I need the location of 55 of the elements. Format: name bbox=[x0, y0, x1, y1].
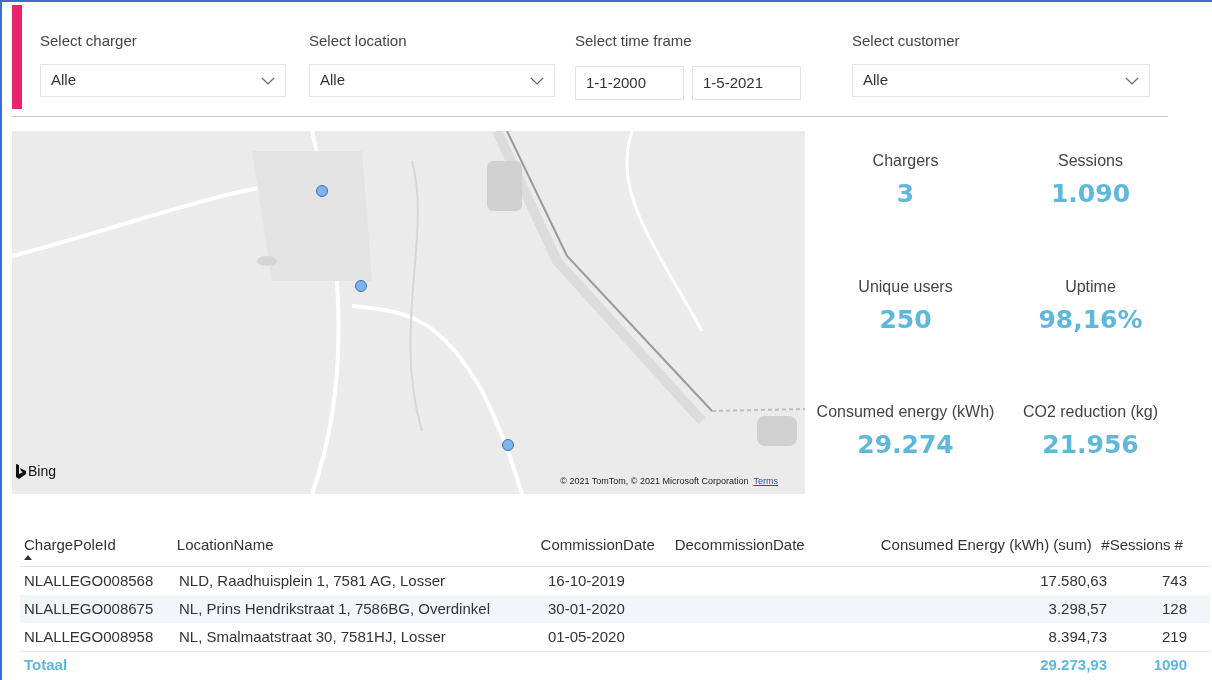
table-cell-text: 128 bbox=[1160, 598, 1188, 619]
kpi-label: Unique users bbox=[858, 276, 953, 297]
kpi-label: Chargers bbox=[872, 151, 939, 171]
kpi-value: 250 bbox=[879, 303, 932, 336]
table-cell-text: NL, Smalmaatstraat 30, 7581HJ, Losser bbox=[178, 626, 447, 647]
terms-link[interactable]: Terms bbox=[753, 474, 778, 488]
column-header[interactable]: ChargePoleId bbox=[22, 534, 175, 557]
kpi-value: 3 bbox=[896, 178, 915, 210]
table-cell-text: 16-10-2019 bbox=[547, 570, 626, 591]
dropdown[interactable]: Alle bbox=[40, 64, 286, 97]
date-field[interactable]: 1-1-2000 bbox=[575, 66, 684, 100]
table-cell-text: 8.394,73 bbox=[1047, 626, 1108, 647]
filter-label: Select customer bbox=[852, 31, 961, 51]
kpi-value: 1.090 bbox=[1050, 178, 1131, 210]
sort-arrow-icon bbox=[24, 555, 32, 560]
kpi-label: Sessions bbox=[1058, 151, 1123, 171]
chevron-down-icon bbox=[261, 76, 275, 85]
attribution-text: © 2021 TomTom, © 2021 Microsoft Corporation bbox=[560, 474, 749, 488]
table-cell-text: 219 bbox=[1160, 626, 1188, 647]
total-cell-text: Totaal bbox=[23, 655, 69, 676]
table-cell-text: 30-01-2020 bbox=[547, 598, 626, 619]
logo-text: Bing bbox=[28, 462, 57, 481]
kpi-label: CO2 reduction (kg) bbox=[1022, 402, 1159, 423]
column-header[interactable]: LocationName bbox=[174, 534, 539, 557]
table-cell-text: 17.580,63 bbox=[1039, 570, 1108, 591]
chevron-down-icon bbox=[530, 76, 544, 85]
kpi-label: Uptime bbox=[1065, 276, 1116, 297]
table-cell-text: NLD, Raadhuisplein 1, 7581 AG, Losser bbox=[178, 570, 446, 591]
table-cell-text: NL, Prins Hendrikstraat 1, 7586BG, Overdinkel bbox=[178, 598, 491, 619]
kpi-value: 98,16% bbox=[1038, 303, 1143, 336]
filter-label: Select charger bbox=[40, 31, 138, 51]
table-row[interactable]: NLALLEGO008675 NL, Prins Hendrikstraat 1, 7586BG, Overdinkel 30-01-2020 3.298,57 128 bbox=[20, 595, 1210, 623]
kpi-value: 21.956 bbox=[1042, 429, 1139, 462]
dropdown[interactable]: Alle bbox=[309, 64, 555, 97]
table-cell-text: NLALLEGO008568 bbox=[23, 570, 155, 591]
table-cell-text: 3.298,57 bbox=[1047, 598, 1108, 619]
dropdown[interactable]: Alle bbox=[852, 64, 1150, 97]
column-header[interactable]: CommissionDate bbox=[538, 534, 673, 557]
kpi-label: Consumed energy (kWh) bbox=[816, 402, 995, 423]
chevron-down-icon bbox=[1125, 76, 1139, 85]
table-cell-text: NLALLEGO008958 bbox=[23, 626, 155, 647]
column-header[interactable]: Consumed Energy (kWh) (sum) bbox=[845, 534, 1094, 557]
column-header[interactable]: #Sessions bbox=[1093, 534, 1173, 557]
table-cell-text: 743 bbox=[1160, 570, 1188, 591]
date-field[interactable]: 1-5-2021 bbox=[692, 66, 801, 100]
filter-label: Select location bbox=[309, 31, 408, 51]
table-cell-text: 01-05-2020 bbox=[547, 626, 626, 647]
table-cell-text: NLALLEGO008675 bbox=[23, 598, 155, 619]
total-cell-text: 29.273,93 bbox=[1039, 655, 1108, 676]
kpi-value: 29.274 bbox=[857, 429, 954, 462]
bing-b-icon bbox=[16, 464, 26, 479]
column-header[interactable]: DecommissionDate bbox=[672, 534, 846, 557]
filter-label: Select time frame bbox=[575, 31, 693, 51]
total-cell-text: 1090 bbox=[1152, 655, 1188, 676]
column-header[interactable]: # bbox=[1172, 534, 1212, 557]
